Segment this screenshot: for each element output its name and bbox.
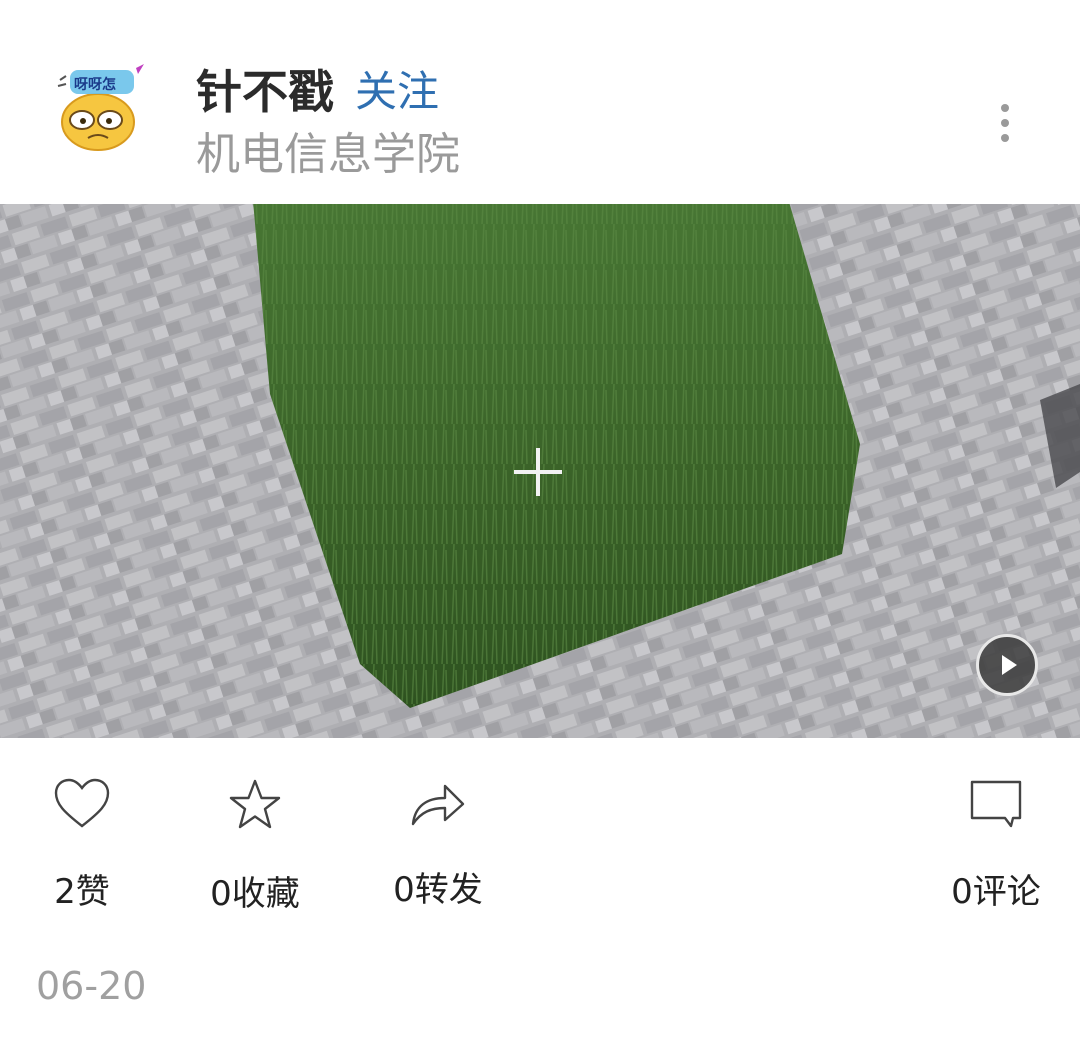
action-bar: 2赞 0收藏 0转发 0评论 — [0, 738, 1080, 938]
play-button[interactable] — [976, 634, 1038, 696]
heart-icon — [54, 778, 110, 828]
post-header: 呀呀怎 针不戳 关注 机电信息学院 — [0, 0, 1080, 204]
author-name[interactable]: 针不戳 — [196, 62, 334, 122]
more-options-button[interactable] — [990, 100, 1020, 146]
follow-button[interactable]: 关注 — [355, 64, 439, 120]
video-thumbnail[interactable] — [0, 204, 1080, 738]
like-count: 2赞 — [54, 872, 110, 912]
favorite-button[interactable]: 0收藏 — [205, 778, 305, 916]
avatar[interactable]: 呀呀怎 — [52, 62, 148, 158]
favorite-count: 0收藏 — [210, 874, 300, 914]
author-school: 机电信息学院 — [196, 129, 460, 180]
avatar-text: 呀呀怎 — [74, 77, 116, 93]
post-date: 06-20 — [36, 964, 147, 1008]
more-vertical-icon — [1001, 104, 1009, 112]
play-icon — [1002, 655, 1017, 675]
star-icon — [229, 779, 281, 829]
share-button[interactable]: 0转发 — [388, 778, 488, 912]
comment-count: 0评论 — [951, 872, 1041, 912]
comment-button[interactable]: 0评论 — [946, 778, 1046, 914]
share-count: 0转发 — [393, 870, 483, 910]
share-arrow-icon — [411, 784, 465, 826]
crosshair-icon — [514, 448, 562, 496]
like-button[interactable]: 2赞 — [40, 778, 124, 914]
comment-icon — [970, 780, 1022, 828]
